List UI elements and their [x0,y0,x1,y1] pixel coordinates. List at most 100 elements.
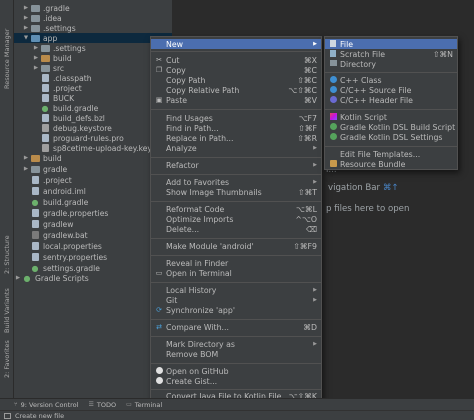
menu-item-shortcut: ⌘V [303,95,317,105]
menu-item-new[interactable]: New ▶ [151,39,321,49]
tree-row[interactable]: ▶ build [14,53,172,63]
menu-item-reformat-code[interactable]: Reformat Code ⌥⌘L [151,204,321,214]
submenu-item-gradle-kotlin-build[interactable]: Gradle Kotlin DSL Build Script [325,122,457,132]
submenu-item-gradle-kotlin-settings[interactable]: Gradle Kotlin DSL Settings [325,132,457,142]
tree-row[interactable]: gradlew [14,219,172,229]
submenu-arrow-icon: ▶ [313,341,317,347]
submenu-item-scratch-file[interactable]: Scratch File ⇧⌘N [325,49,457,59]
tree-row[interactable]: ● settings.gradle [14,263,172,273]
tree-row[interactable]: local.properties [14,241,172,251]
submenu-item-resource-bundle[interactable]: Resource Bundle [325,159,457,169]
tree-row[interactable]: ▶ .settings [14,23,172,33]
tree-row[interactable]: .project [14,83,172,93]
tree-row[interactable]: ▶ src [14,63,172,73]
expand-arrow-icon[interactable]: ▶ [22,5,30,11]
tree-row[interactable]: BUCK [14,93,172,103]
file-icon [40,114,50,122]
favorites-tab[interactable]: 2: Favorites [1,338,13,380]
menu-item-paste[interactable]: ▣ Paste ⌘V [151,95,321,105]
menu-item-refactor[interactable]: Refactor ▶ [151,160,321,170]
expand-arrow-icon[interactable]: ▶ [22,155,30,161]
menu-item-copy[interactable]: ❐ Copy ⌘C [151,65,321,75]
tree-row-label: settings.gradle [43,263,100,273]
status-toggle-icon[interactable] [4,412,11,419]
menu-item-label: Mark Directory as [166,339,235,349]
tree-row[interactable]: build_defs.bzl [14,113,172,123]
tree-row[interactable]: ● build.gradle [14,103,172,113]
menu-item-open-in-terminal[interactable]: ▭ Open in Terminal [151,268,321,278]
menu-separator [325,146,457,147]
expand-arrow-icon[interactable]: ▶ [14,275,22,281]
resource-manager-tab-label: Resource Manager [3,28,11,90]
tree-row[interactable]: .classpath [14,73,172,83]
menu-item-replace-in-path[interactable]: Replace in Path... ⇧⌘R [151,133,321,143]
tree-row[interactable]: ▶ build [14,153,172,163]
tree-row[interactable]: ▶ gradle [14,164,172,174]
menu-item-optimize-imports[interactable]: Optimize Imports ^⌥O [151,214,321,224]
tree-row[interactable]: ▶ .settings [14,43,172,53]
gradle-file-icon: ● [41,103,49,113]
menu-item-remove-bom[interactable]: Remove BOM [151,349,321,359]
tree-row[interactable]: android.iml [14,186,172,196]
resource-manager-tab[interactable]: Resource Manager [1,28,13,90]
menu-item-find-in-path[interactable]: Find in Path... ⇧⌘F [151,123,321,133]
tree-row[interactable]: debug.keystore [14,123,172,133]
menu-item-copy-path[interactable]: Copy Path ⇧⌘C [151,75,321,85]
tree-row[interactable]: sp8cetime-upload-key.keystore [14,143,172,153]
menu-item-reveal-in-finder[interactable]: Reveal in Finder [151,258,321,268]
submenu-item-file[interactable]: File [325,39,457,49]
expand-arrow-icon[interactable]: ▶ [32,55,40,61]
tree-row[interactable]: ● build.gradle [14,197,172,207]
menu-item-delete[interactable]: Delete... ⌫ [151,224,321,234]
tab-todo[interactable]: ☰ TODO [88,401,116,409]
submenu-item-edit-file-templates[interactable]: Edit File Templates... [325,149,457,159]
menu-item-analyze[interactable]: Analyze ▶ [151,143,321,153]
gradle-kotlin-icon [328,122,338,132]
tree-row-label: Gradle Scripts [35,273,89,283]
expand-arrow-icon[interactable]: ▶ [22,15,30,21]
tree-row[interactable]: proguard-rules.pro [14,133,172,143]
menu-item-create-gist[interactable]: Create Gist... [151,376,321,386]
tab-terminal[interactable]: ▭ Terminal [126,401,162,409]
menu-item-open-on-github[interactable]: Open on GitHub [151,366,321,376]
menu-item-add-to-favorites[interactable]: Add to Favorites ▶ [151,177,321,187]
expand-arrow-icon[interactable]: ▶ [32,45,40,51]
menu-item-make-module[interactable]: Make Module 'android' ⇧⌘F9 [151,241,321,251]
menu-item-find-usages[interactable]: Find Usages ⌥F7 [151,113,321,123]
expand-arrow-icon[interactable]: ▶ [22,166,30,172]
submenu-item-cpp-class[interactable]: C++ Class [325,75,457,85]
structure-tab[interactable]: 2: Structure [1,232,13,278]
menu-separator [151,174,321,175]
tree-row-label: gradle.properties [43,208,109,218]
tree-row[interactable]: ▶ .idea [14,13,172,23]
tab-version-control[interactable]: ⑂ 9: Version Control [14,401,78,409]
github-icon [154,366,164,376]
sync-icon: ⟳ [156,306,162,314]
menu-item-copy-relative-path[interactable]: Copy Relative Path ⌥⇧⌘C [151,85,321,95]
submenu-item-kotlin-script[interactable]: Kotlin Script [325,112,457,122]
expand-arrow-icon[interactable]: ▶ [22,25,30,31]
menu-separator [325,109,457,110]
folder-icon [30,4,40,12]
menu-item-shortcut: ⇧⌘N [432,49,453,59]
menu-item-git[interactable]: Git ▶ [151,295,321,305]
tree-row[interactable]: gradle.properties [14,208,172,218]
menu-item-local-history[interactable]: Local History ▶ [151,285,321,295]
tree-row-app-selected[interactable]: ▼ app [14,33,172,43]
build-variants-tab[interactable]: Build Variants [1,288,13,334]
tree-row[interactable]: ▶ .gradle [14,3,172,13]
tree-row[interactable]: .project [14,175,172,185]
menu-item-cut[interactable]: ✂ Cut ⌘X [151,55,321,65]
submenu-item-cpp-source[interactable]: C/C++ Source File [325,85,457,95]
collapse-arrow-icon[interactable]: ▼ [22,35,30,41]
tree-row[interactable]: ▶ ● Gradle Scripts [14,273,172,283]
submenu-item-directory[interactable]: Directory [325,59,457,69]
tree-row[interactable]: sentry.properties [14,252,172,262]
menu-item-show-image-thumbnails[interactable]: Show Image Thumbnails ⇧⌘T [151,187,321,197]
menu-item-mark-directory-as[interactable]: Mark Directory as ▶ [151,339,321,349]
submenu-item-cpp-header[interactable]: C/C++ Header File [325,95,457,105]
tree-row[interactable]: gradlew.bat [14,230,172,240]
expand-arrow-icon[interactable]: ▶ [32,65,40,71]
menu-item-synchronize[interactable]: ⟳ Synchronize 'app' [151,305,321,315]
menu-item-compare-with[interactable]: ⇄ Compare With... ⌘D [151,322,321,332]
